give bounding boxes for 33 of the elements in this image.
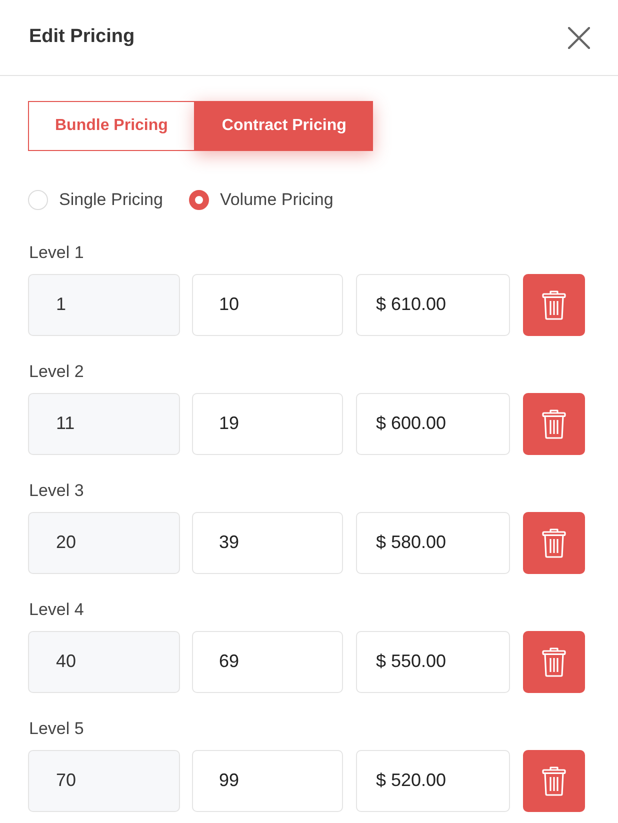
- trash-icon: [542, 408, 566, 438]
- input-field[interactable]: $ 580.00: [356, 512, 510, 574]
- trash-icon: [542, 290, 566, 320]
- input-field[interactable]: $ 520.00: [356, 750, 510, 812]
- input-field[interactable]: $ 600.00: [356, 392, 510, 454]
- tab[interactable]: Bundle Pricing: [28, 101, 195, 151]
- level-label: Level 3: [28, 480, 84, 500]
- radio-label: Single Pricing: [59, 189, 163, 211]
- input-field[interactable]: 10: [192, 274, 343, 336]
- level-label: Level 5: [28, 718, 84, 738]
- trash-icon: [542, 528, 566, 558]
- input-field[interactable]: 69: [192, 630, 343, 692]
- close-button[interactable]: [567, 26, 591, 50]
- delete-button[interactable]: [523, 392, 585, 454]
- input-field[interactable]: $ 610.00: [356, 274, 510, 336]
- trash-icon: [542, 766, 566, 796]
- tab[interactable]: Contract Pricing: [194, 101, 374, 151]
- radio-button[interactable]: [188, 190, 209, 210]
- delete-button[interactable]: [523, 750, 585, 812]
- trash-icon: [542, 646, 566, 676]
- level-label: Level 2: [28, 362, 84, 382]
- input-field[interactable]: 39: [192, 512, 343, 574]
- radio-label: Volume Pricing: [220, 189, 334, 211]
- input-field[interactable]: $ 550.00: [356, 630, 510, 692]
- delete-button[interactable]: [523, 630, 585, 692]
- delete-button[interactable]: [523, 512, 585, 574]
- level-label: Level 4: [28, 600, 84, 620]
- dialog-title: Edit Pricing: [29, 25, 135, 50]
- level-label: Level 1: [28, 242, 84, 262]
- delete-button[interactable]: [523, 274, 585, 336]
- input-field[interactable]: 19: [192, 392, 343, 454]
- input-field[interactable]: 99: [192, 750, 343, 812]
- close-icon: [568, 26, 590, 48]
